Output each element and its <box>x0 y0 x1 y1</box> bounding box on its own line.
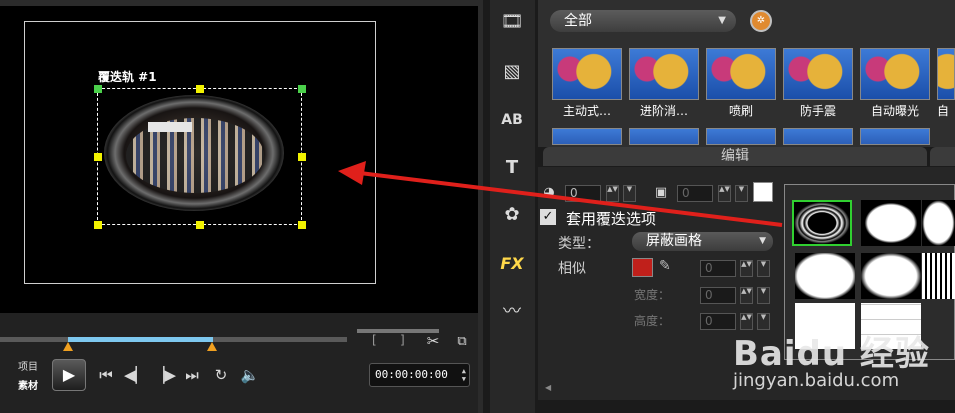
baidu-watermark: Baidu 经验 <box>733 334 930 374</box>
watermark-url: jingyan.baidu.com <box>733 370 900 391</box>
collapse-arrow-icon[interactable]: ◀ <box>545 383 551 392</box>
